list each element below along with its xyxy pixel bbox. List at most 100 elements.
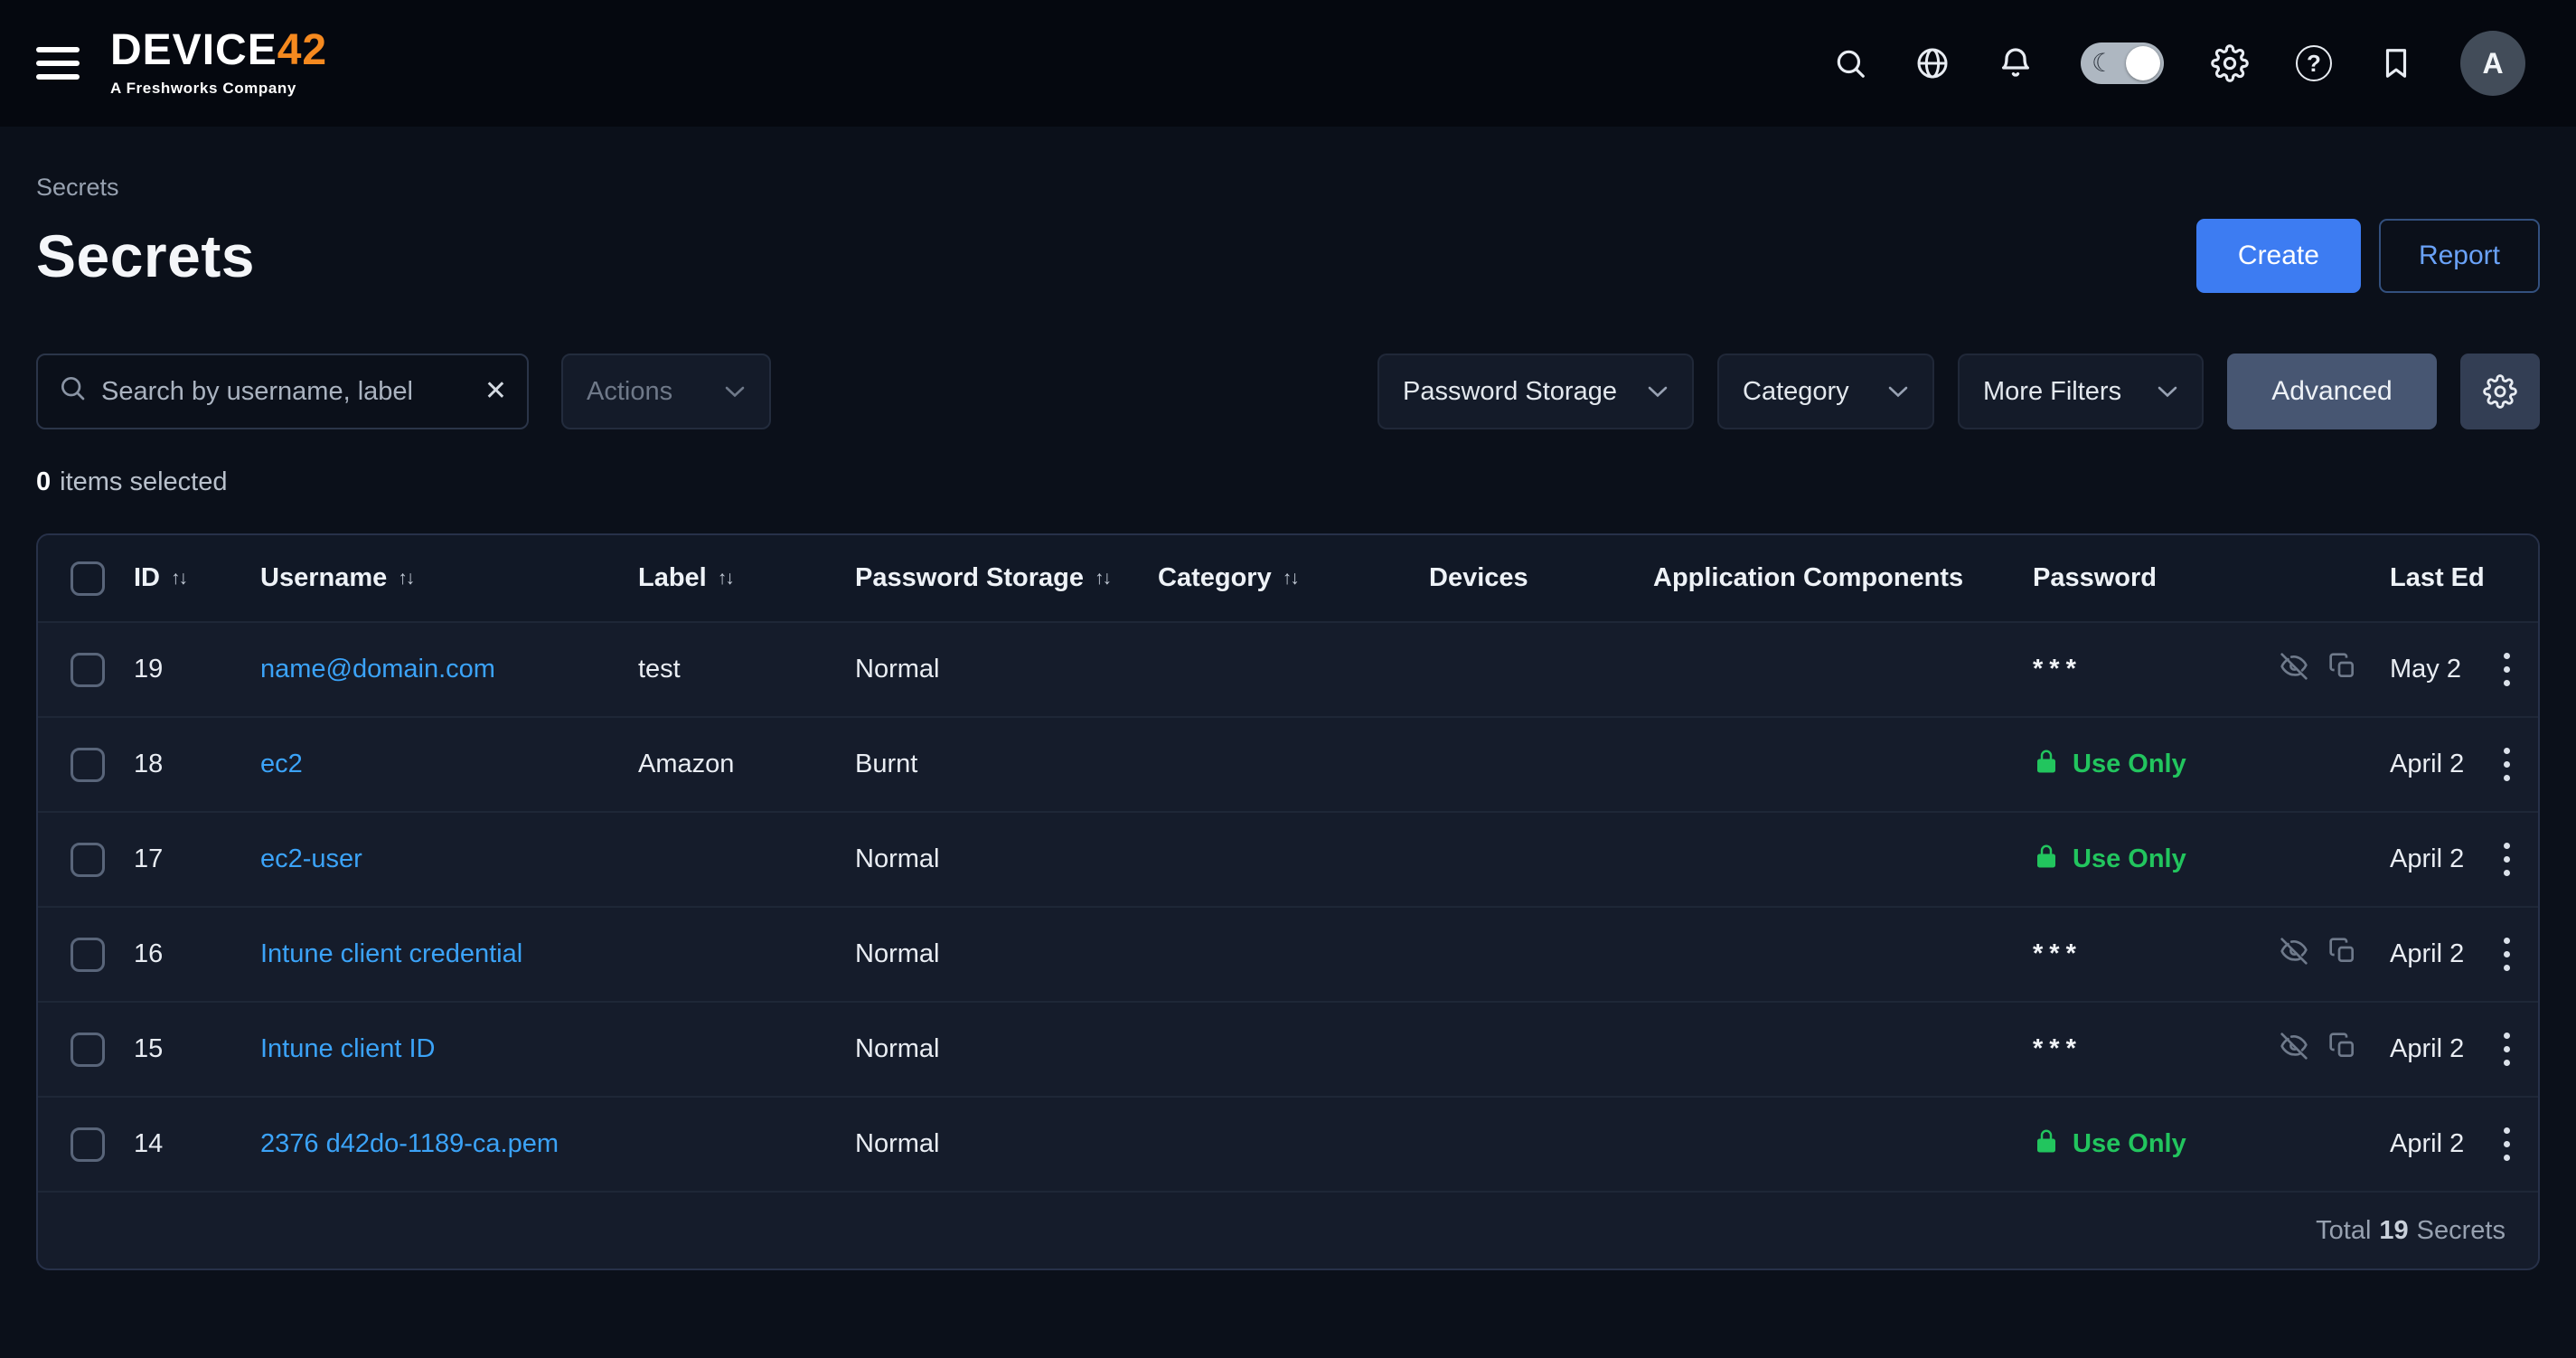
selection-label: items selected <box>60 467 227 496</box>
cell-last-edited: April 2 <box>2381 844 2486 874</box>
column-header-devices: Devices <box>1420 563 1644 593</box>
row-checkbox[interactable] <box>71 938 105 972</box>
row-checkbox[interactable] <box>71 1127 105 1162</box>
page-title: Secrets <box>36 222 255 290</box>
use-only-badge: Use Only <box>2033 843 2186 877</box>
sort-icon[interactable] <box>1095 568 1110 589</box>
cell-last-edited: April 2 <box>2381 1034 2486 1064</box>
actions-dropdown[interactable]: Actions <box>561 354 771 429</box>
column-header-label[interactable]: Label <box>629 563 846 593</box>
sort-icon[interactable] <box>398 568 413 589</box>
brand-accent: 42 <box>277 26 327 74</box>
row-checkbox[interactable] <box>71 748 105 782</box>
theme-toggle[interactable] <box>2081 42 2164 84</box>
actions-dropdown-label: Actions <box>587 377 672 407</box>
username-link[interactable]: name@domain.com <box>260 655 495 684</box>
masked-password: *** <box>2033 939 2082 969</box>
sort-icon[interactable] <box>718 568 733 589</box>
table-row: 18 ec2 Amazon Burnt Use Only April 2 <box>38 716 2538 811</box>
masked-password: *** <box>2033 1034 2082 1064</box>
masked-password: *** <box>2033 655 2082 684</box>
row-actions-kebab-icon[interactable] <box>2495 739 2519 790</box>
username-link[interactable]: 2376 d42do-1189-ca.pem <box>260 1129 559 1159</box>
chevron-down-icon <box>2157 385 2178 399</box>
use-only-badge: Use Only <box>2033 748 2186 782</box>
table-footer-total: Total 19 Secrets <box>38 1191 2538 1268</box>
bookmark-icon[interactable] <box>2379 46 2413 80</box>
show-password-eye-off-icon[interactable] <box>2280 1032 2308 1068</box>
search-icon[interactable] <box>1833 46 1867 80</box>
breadcrumb[interactable]: Secrets <box>36 174 2540 202</box>
password-storage-filter-dropdown[interactable]: Password Storage <box>1377 354 1694 429</box>
cell-password-storage: Normal <box>846 1129 1149 1159</box>
table-row: 16 Intune client credential Normal *** A… <box>38 906 2538 1001</box>
globe-icon[interactable] <box>1914 45 1951 81</box>
sort-icon[interactable] <box>1283 568 1298 589</box>
cell-last-edited: April 2 <box>2381 939 2486 969</box>
copy-password-icon[interactable] <box>2328 937 2357 973</box>
column-header-last-edited: Last Edited <box>2381 563 2486 593</box>
cell-last-edited: April 2 <box>2381 750 2486 779</box>
row-checkbox[interactable] <box>71 653 105 687</box>
total-count: 19 <box>2379 1216 2408 1246</box>
cell-last-edited: April 2 <box>2381 1129 2486 1159</box>
row-actions-kebab-icon[interactable] <box>2495 1023 2519 1075</box>
cell-label: test <box>629 655 846 684</box>
table-header-row: ID Username Label Password Storage Categ… <box>38 535 2538 621</box>
search-input-icon <box>58 373 87 410</box>
cell-id: 19 <box>125 655 251 684</box>
show-password-eye-off-icon[interactable] <box>2280 652 2308 688</box>
sort-icon[interactable] <box>171 568 186 589</box>
row-checkbox[interactable] <box>71 1033 105 1067</box>
copy-password-icon[interactable] <box>2328 1032 2357 1068</box>
username-link[interactable]: ec2 <box>260 750 303 779</box>
logo[interactable]: DEVICE42 A Freshworks Company <box>110 29 327 98</box>
clear-search-icon[interactable] <box>484 378 507 405</box>
user-avatar[interactable]: A <box>2460 31 2525 96</box>
cell-id: 16 <box>125 939 251 969</box>
cell-password-storage: Normal <box>846 939 1149 969</box>
row-checkbox[interactable] <box>71 843 105 877</box>
create-button[interactable]: Create <box>2196 219 2361 293</box>
cell-id: 18 <box>125 750 251 779</box>
row-actions-kebab-icon[interactable] <box>2495 1118 2519 1170</box>
help-icon[interactable] <box>2296 45 2332 81</box>
row-actions-kebab-icon[interactable] <box>2495 929 2519 980</box>
row-actions-kebab-icon[interactable] <box>2495 834 2519 885</box>
copy-password-icon[interactable] <box>2328 652 2357 688</box>
username-link[interactable]: Intune client credential <box>260 939 522 969</box>
cell-label: Amazon <box>629 750 846 779</box>
cell-password-storage: Burnt <box>846 750 1149 779</box>
gear-icon <box>2483 374 2517 409</box>
column-header-username[interactable]: Username <box>251 563 629 593</box>
notifications-bell-icon[interactable] <box>1998 45 2034 81</box>
search-box <box>36 354 529 429</box>
cell-password-storage: Normal <box>846 655 1149 684</box>
selection-count: 0 <box>36 467 51 496</box>
cell-last-edited: May 2 <box>2381 655 2486 684</box>
moon-icon <box>2092 48 2114 78</box>
show-password-eye-off-icon[interactable] <box>2280 937 2308 973</box>
advanced-button[interactable]: Advanced <box>2227 354 2437 429</box>
main-content: Secrets Secrets Create Report Actions Pa… <box>0 174 2576 1270</box>
table-row: 15 Intune client ID Normal *** April 2 <box>38 1001 2538 1096</box>
table-row: 14 2376 d42do-1189-ca.pem Normal Use Onl… <box>38 1096 2538 1191</box>
settings-gear-icon[interactable] <box>2211 44 2249 82</box>
menu-icon[interactable] <box>36 47 80 80</box>
row-actions-kebab-icon[interactable] <box>2495 644 2519 695</box>
table-settings-button[interactable] <box>2460 354 2540 429</box>
chevron-down-icon <box>724 385 746 399</box>
column-header-password-storage[interactable]: Password Storage <box>846 563 1149 593</box>
cell-id: 14 <box>125 1129 251 1159</box>
more-filters-dropdown[interactable]: More Filters <box>1958 354 2204 429</box>
username-link[interactable]: Intune client ID <box>260 1034 435 1064</box>
username-link[interactable]: ec2-user <box>260 844 362 874</box>
column-header-id[interactable]: ID <box>125 563 251 593</box>
select-all-checkbox[interactable] <box>71 561 105 596</box>
report-button[interactable]: Report <box>2379 219 2540 293</box>
cell-id: 17 <box>125 844 251 874</box>
category-filter-dropdown[interactable]: Category <box>1717 354 1934 429</box>
column-header-category[interactable]: Category <box>1149 563 1420 593</box>
cell-password-storage: Normal <box>846 844 1149 874</box>
search-input[interactable] <box>101 377 470 407</box>
